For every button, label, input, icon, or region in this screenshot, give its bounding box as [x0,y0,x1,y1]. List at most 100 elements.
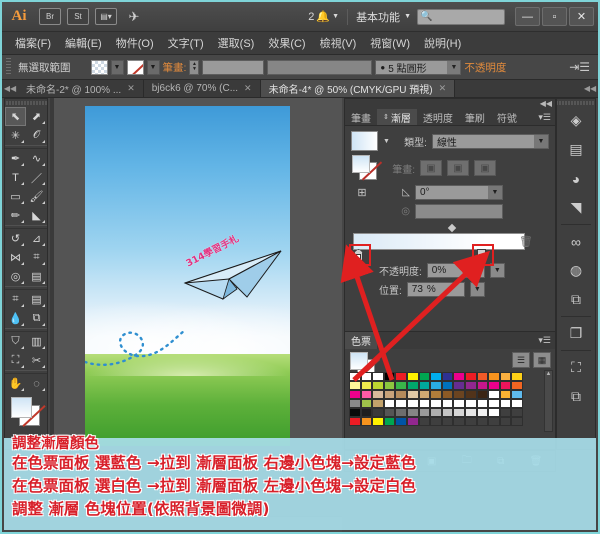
swatch-cell[interactable] [418,399,431,408]
swatch-cell[interactable] [476,408,489,417]
maximize-button[interactable]: ▫ [542,7,567,26]
swatch-cell[interactable] [488,390,500,399]
swatch-cell[interactable] [360,408,373,417]
swatches-scrollbar[interactable]: ▲ [544,370,553,432]
gradient-panel-icon[interactable]: ◥ [557,193,595,222]
gradient-ramp[interactable] [353,233,525,250]
chevron-down-icon[interactable]: ▼ [383,138,390,145]
swatch-cell[interactable] [499,399,512,408]
stroke-gradient-along-button[interactable]: ▣ [447,160,469,176]
swatch-cell[interactable] [499,417,512,426]
doc-tab-1[interactable]: 未命名-2* @ 100% ... ✕ [18,80,144,97]
swatch-cell[interactable] [383,390,396,399]
swatch-cell[interactable] [453,399,465,408]
swatch-cell[interactable] [395,417,407,426]
collapse-panels-icon[interactable]: ◀◀ [540,99,552,108]
swatch-cell[interactable] [349,390,361,399]
swatch-cell[interactable] [464,390,477,399]
menu-window[interactable]: 視窗(W) [363,33,417,54]
fill-indicator[interactable] [352,155,370,173]
swatch-cell[interactable] [464,408,477,417]
grid-view-button[interactable]: ▦ [533,352,551,368]
swatch-cell[interactable] [453,372,465,381]
artboards-icon[interactable]: ⛶ [557,353,595,382]
tab-gradient[interactable]: ⇕ 漸層 [377,109,417,125]
swatch-cell[interactable] [372,372,384,381]
swatch-cell[interactable] [476,381,489,390]
tab-transparency[interactable]: 透明度 [417,109,459,125]
pathfinder-icon[interactable]: ⧉ [557,285,595,314]
swatch-cell[interactable] [349,381,361,390]
swatch-cell[interactable] [372,417,384,426]
swatch-cell[interactable] [383,399,396,408]
pen-tool[interactable]: ✒ [5,149,26,168]
swatch-cell[interactable] [360,417,373,426]
paintbrush-tool[interactable]: 🖌 [26,187,47,206]
swatch-cell[interactable] [395,408,407,417]
fill-color-swatch[interactable] [90,59,108,75]
fill-indicator[interactable] [350,352,368,370]
close-icon[interactable]: ✕ [127,83,135,94]
direct-selection-tool[interactable]: ⬈ [26,107,47,126]
swatch-cell[interactable] [430,390,442,399]
swatch-cell[interactable] [488,408,500,417]
swatch-cell[interactable] [383,408,396,417]
swatch-cell[interactable] [499,381,512,390]
shape-builder-tool[interactable]: ◎ [5,267,26,286]
fill-indicator[interactable] [11,397,32,418]
swatch-cell[interactable] [360,390,373,399]
brush-definition-field[interactable]: ● 5 點圓形 ▼ [375,59,462,75]
menu-type[interactable]: 文字(T) [161,33,211,54]
swatch-cell[interactable] [488,417,500,426]
swatch-cell[interactable] [383,381,396,390]
perspective-grid-tool[interactable]: ▤ [26,267,47,286]
menu-effect[interactable]: 效果(C) [261,33,312,54]
swatch-cell[interactable] [418,390,431,399]
opacity-label[interactable]: 不透明度 [464,60,506,75]
swatch-cell[interactable] [418,417,431,426]
swatch-cell[interactable] [464,417,477,426]
swatch-cell[interactable] [430,399,442,408]
stock-icon[interactable]: St [67,8,89,25]
doc-tab-3[interactable]: 未命名-4* @ 50% (CMYK/GPU 預視) ✕ [260,80,456,97]
swatch-cell[interactable] [511,417,523,426]
gradient-slider[interactable]: 🗑 [349,223,547,266]
menu-edit[interactable]: 編輯(E) [58,33,109,54]
swatch-cell[interactable] [430,381,442,390]
rectangle-tool[interactable]: ▭ [5,187,26,206]
gradient-angle-field[interactable]: 0° ▼ [415,185,503,200]
swatch-cell[interactable] [430,417,442,426]
stroke-weight-stepper[interactable]: ▲ ▼ [189,59,200,75]
swatch-cell[interactable] [383,372,396,381]
swatch-cell[interactable] [453,381,465,390]
blend-tool[interactable]: ⧉ [26,309,47,328]
toolbar-grip[interactable] [5,99,47,107]
doctab-expand-icon[interactable]: ◀◀ [582,80,598,97]
swatch-cell[interactable] [453,417,465,426]
swatch-cell[interactable] [406,390,419,399]
swatch-cell[interactable] [464,399,477,408]
chevron-down-icon[interactable]: ▼ [488,186,502,199]
tab-stroke[interactable]: 筆畫 [345,109,377,125]
swatch-cell[interactable] [418,372,431,381]
swatch-cell[interactable] [511,372,523,381]
shaper-tool[interactable]: ◣ [26,206,47,225]
swatch-cell[interactable] [476,417,489,426]
swatch-cell[interactable] [372,390,384,399]
hand-tool[interactable]: ✋ [5,374,26,393]
artboard-tool[interactable]: ⛶ [5,351,26,370]
mesh-tool[interactable]: ⌗ [5,290,26,309]
stroke-weight-field[interactable] [202,59,265,75]
stroke-dropdown-icon[interactable]: ▼ [146,59,160,75]
scale-tool[interactable]: ⊿ [26,229,47,248]
panel-menu-icon[interactable]: ▾☰ [538,109,555,125]
appearance-icon[interactable]: ⧉ [557,382,595,411]
color-palette-icon[interactable]: ◕ [557,164,595,193]
fill-dropdown-icon[interactable]: ▼ [110,59,124,75]
swatch-cell[interactable] [511,390,523,399]
swatch-cell[interactable] [511,408,523,417]
doctab-collapse-icon[interactable]: ◀◀ [2,80,18,97]
magic-wand-tool[interactable]: ✳ [5,126,26,145]
chevron-down-icon[interactable]: ▼ [469,282,485,297]
swatch-cell[interactable] [441,399,454,408]
